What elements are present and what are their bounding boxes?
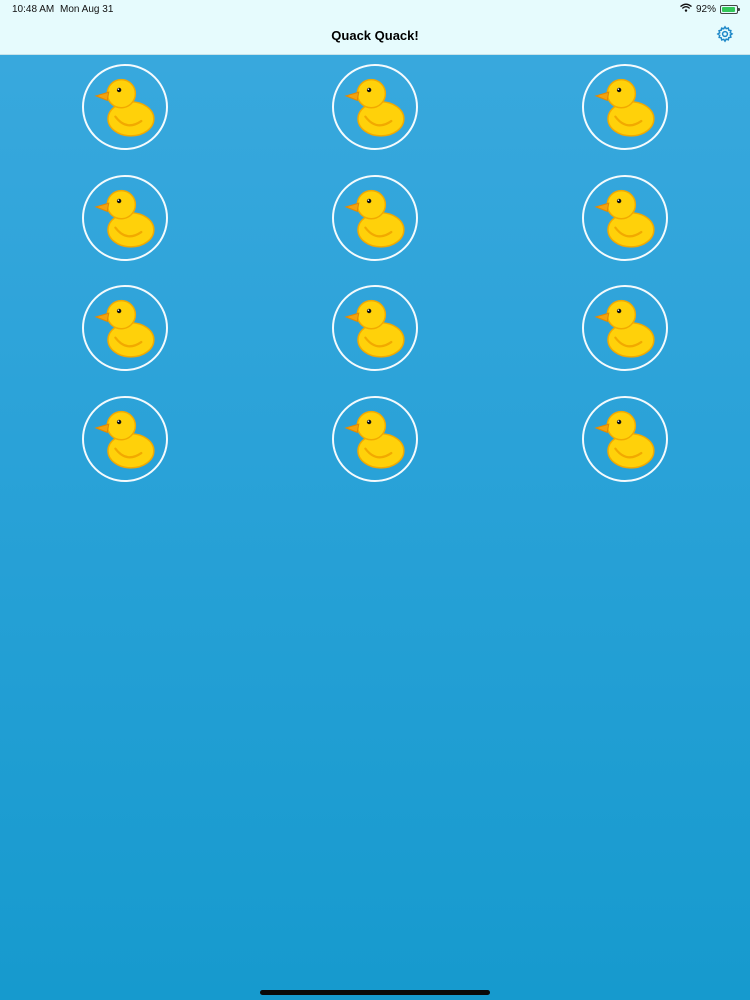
status-indicators: 92% [680,3,740,15]
grid-cell [0,174,250,286]
duck-icon [344,299,405,358]
duck-sound-grid [0,64,750,506]
duck-button[interactable] [582,64,668,150]
grid-cell [250,174,500,286]
grid-cell [500,174,750,286]
duck-button[interactable] [332,64,418,150]
duck-button[interactable] [582,285,668,371]
grid-cell [250,285,500,396]
duck-icon [594,410,655,469]
duck-button[interactable] [82,174,168,261]
duck-icon [344,78,405,137]
grid-cell [250,395,500,507]
duck-button[interactable] [332,395,418,482]
battery-level-fill [722,6,735,12]
duck-icon [594,299,655,358]
duck-button[interactable] [82,64,168,150]
status-time: 10:48 AM [12,4,55,15]
duck-icon [94,410,155,469]
duck-icon [344,410,405,469]
duck-button[interactable] [582,395,668,482]
duck-icon [594,189,655,248]
wifi-icon [680,3,692,15]
duck-button[interactable] [582,174,668,261]
duck-button[interactable] [332,285,418,371]
home-indicator[interactable] [260,990,490,995]
duck-button[interactable] [82,285,168,371]
grid-cell [500,395,750,507]
battery-percentage: 92% [695,3,716,15]
page-title: Quack Quack! [331,28,419,43]
duck-icon [344,189,405,248]
grid-cell [250,64,500,175]
duck-icon [94,189,155,248]
grid-cell [0,395,250,507]
duck-button[interactable] [82,395,168,482]
top-bar: 10:48 AM Mon Aug 31 92% Quack Quack! [0,0,750,55]
duck-icon [94,299,155,358]
duck-icon [94,78,155,137]
grid-cell [0,64,250,175]
duck-button[interactable] [332,174,418,261]
status-date: Mon Aug 31 [60,4,114,15]
grid-cell [0,285,250,396]
grid-cell [500,285,750,396]
grid-cell [500,64,750,175]
settings-button[interactable] [716,25,734,43]
battery-icon [720,4,740,14]
duck-icon [594,78,655,137]
gear-icon [716,25,734,47]
